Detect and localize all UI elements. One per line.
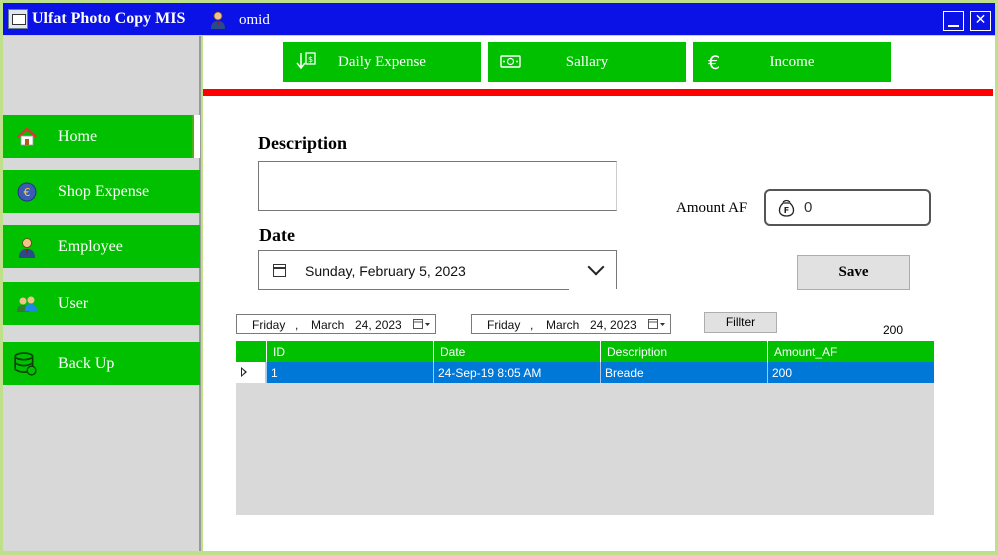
to-day: Friday [487,318,521,332]
date-picker-value: Sunday, February 5, 2023 [305,263,466,279]
from-day: Friday [252,318,286,332]
from-date: 24, 2023 [355,318,402,332]
tab-income[interactable]: € Income [693,42,891,82]
user-avatar-icon [211,11,225,29]
cell-date: 24-Sep-19 8:05 AM [433,362,600,383]
to-month: March [546,318,580,332]
column-header-date[interactable]: Date [433,341,600,362]
column-header-description[interactable]: Description [600,341,767,362]
sidebar-item-home[interactable]: Home [3,115,200,158]
description-label: Description [258,133,347,153]
sidebar-item-label: User [58,295,89,312]
sidebar-item-label: Shop Expense [58,183,150,200]
sidebar-item-backup[interactable]: Back Up [3,342,200,385]
date-picker-edge [569,289,619,291]
sidebar: Home € Shop Expense Employee User Back U… [3,36,201,551]
cell-description: Breade [600,362,767,383]
amount-input[interactable]: F 0 [764,189,931,226]
row-selector-icon[interactable] [236,362,266,383]
calendar-dropdown-icon[interactable] [413,319,431,330]
tab-daily-expense[interactable]: $ Daily Expense [283,42,481,82]
main-panel: $ Daily Expense Sallary € Income Descrip… [203,36,995,551]
app-title: Ulfat Photo Copy MIS [32,10,186,27]
tab-label: Daily Expense [338,54,426,70]
save-button[interactable]: Save [797,255,910,290]
app-window: Ulfat Photo Copy MIS omid ✕ Home € Shop … [0,0,998,555]
sidebar-item-employee[interactable]: Employee [3,225,200,268]
from-separator: , [295,318,299,332]
svg-text:F: F [784,206,789,215]
chevron-down-icon[interactable] [587,258,605,276]
to-date: 24, 2023 [590,318,637,332]
amount-value: 0 [804,199,813,216]
sidebar-item-label: Back Up [58,355,115,372]
tab-label: Income [769,54,815,70]
date-picker[interactable]: Sunday, February 5, 2023 [258,250,617,290]
filter-to-date-picker[interactable]: Friday , March 24, 2023 [471,314,671,334]
close-button[interactable]: ✕ [970,11,991,31]
sidebar-item-label: Employee [58,238,123,255]
database-icon [14,352,37,376]
cell-amount: 200 [767,362,934,383]
column-header-id[interactable]: ID [266,341,433,362]
euro-icon: € [17,182,37,202]
header-divider [203,89,993,96]
column-header-amount[interactable]: Amount_AF [767,341,934,362]
home-icon [17,127,37,146]
money-bag-icon: F [778,199,795,217]
employee-icon [19,238,35,258]
amount-label: Amount AF [676,200,748,216]
from-month: March [311,318,345,332]
title-bar: Ulfat Photo Copy MIS omid ✕ [3,3,995,35]
users-icon [17,296,37,312]
cell-id: 1 [266,362,433,383]
calendar-dropdown-icon[interactable] [648,319,666,330]
active-indicator [192,115,200,158]
date-label: Date [259,225,295,245]
tab-label: Sallary [565,54,609,70]
app-icon [8,9,28,29]
svg-text:€: € [24,186,31,199]
to-separator: , [530,318,534,332]
tab-salary[interactable]: Sallary [488,42,686,82]
current-user-name: omid [239,12,270,28]
expense-table[interactable]: ID Date Description Amount_AF 1 24-Sep-1… [236,341,934,515]
table-header: ID Date Description Amount_AF [236,341,934,362]
sidebar-item-user[interactable]: User [3,282,200,325]
sidebar-item-label: Home [58,128,98,145]
minimize-button[interactable] [943,11,964,31]
total-amount: 200 [883,323,904,337]
sidebar-item-shop-expense[interactable]: € Shop Expense [3,170,200,213]
filter-from-date-picker[interactable]: Friday , March 24, 2023 [236,314,436,334]
calendar-icon [273,264,286,277]
table-row[interactable]: 1 24-Sep-19 8:05 AM Breade 200 [236,362,934,383]
description-input[interactable] [258,161,617,211]
filter-button[interactable]: Fillter [704,312,777,333]
